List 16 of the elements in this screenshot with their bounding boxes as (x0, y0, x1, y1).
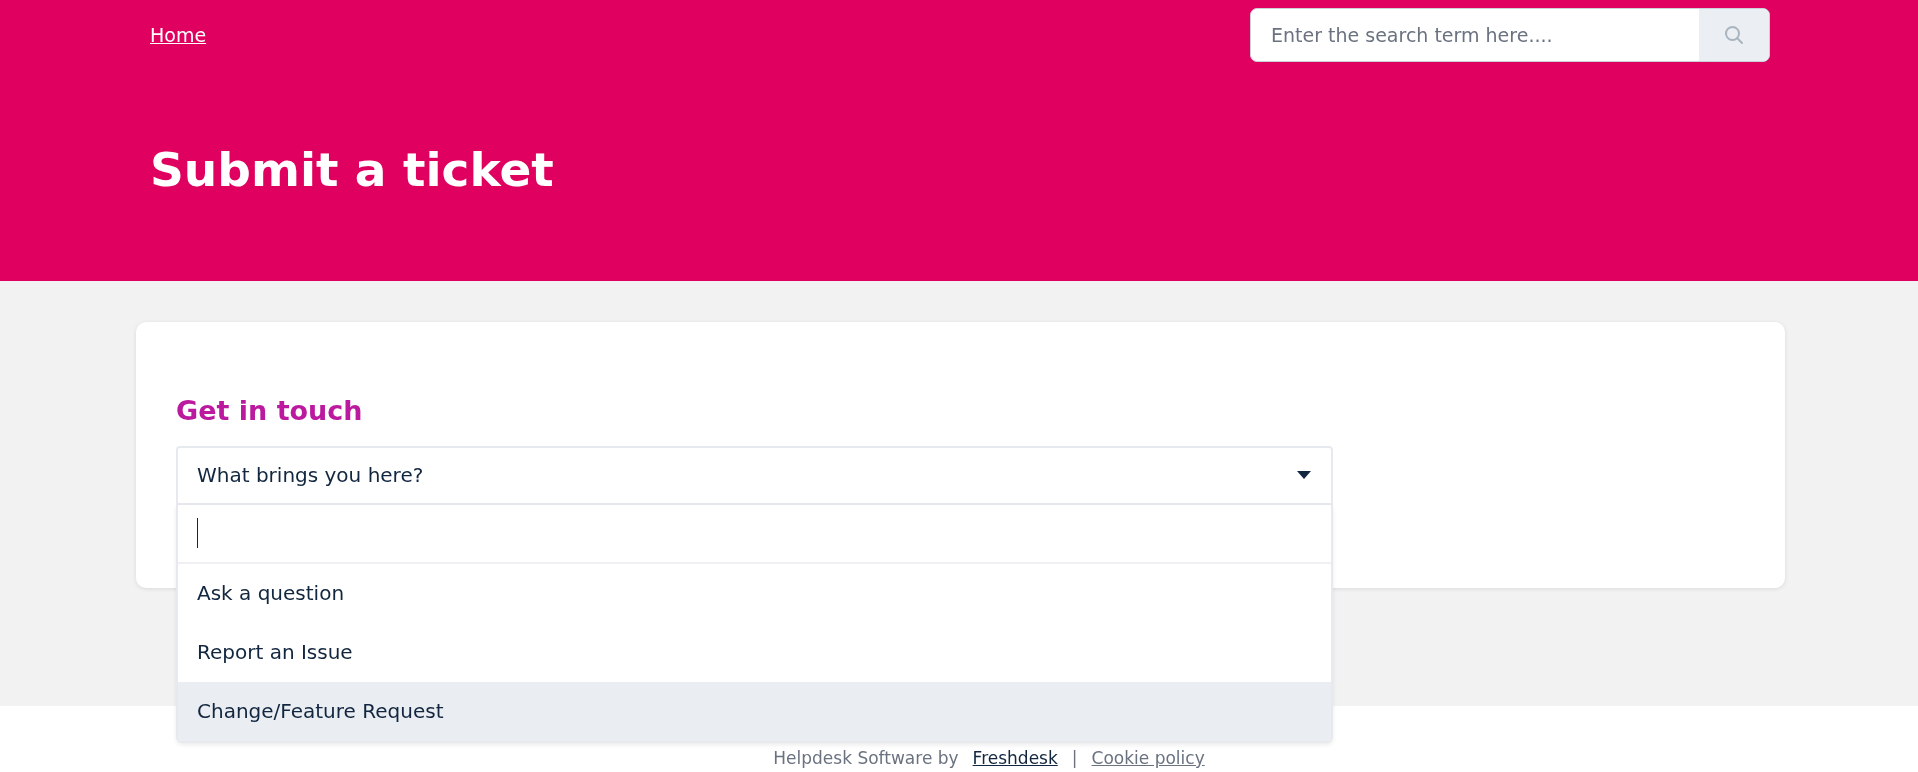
caret-icon (1297, 471, 1311, 480)
dropdown-option[interactable]: Ask a question (178, 563, 1331, 623)
search-icon (1724, 25, 1744, 45)
page-title: Submit a ticket (150, 146, 555, 193)
dropdown-option[interactable]: Change/Feature Request (178, 681, 1331, 741)
freshdesk-link[interactable]: Freshdesk (972, 748, 1058, 768)
home-link[interactable]: Home (150, 24, 207, 46)
search-button[interactable] (1699, 9, 1769, 61)
select-field[interactable]: What brings you here? (176, 445, 1333, 505)
search-bar[interactable]: Enter the search term here.... (1250, 8, 1770, 62)
cookie-policy-link[interactable]: Cookie policy (1091, 748, 1205, 768)
form-heading: Get in touch (176, 396, 364, 426)
search-field[interactable]: Enter the search term here.... (1251, 9, 1699, 61)
footer-separator: | (1071, 748, 1078, 768)
dropdown-option[interactable]: Report an Issue (178, 622, 1331, 682)
footer-text: Helpdesk Software by (773, 748, 959, 768)
